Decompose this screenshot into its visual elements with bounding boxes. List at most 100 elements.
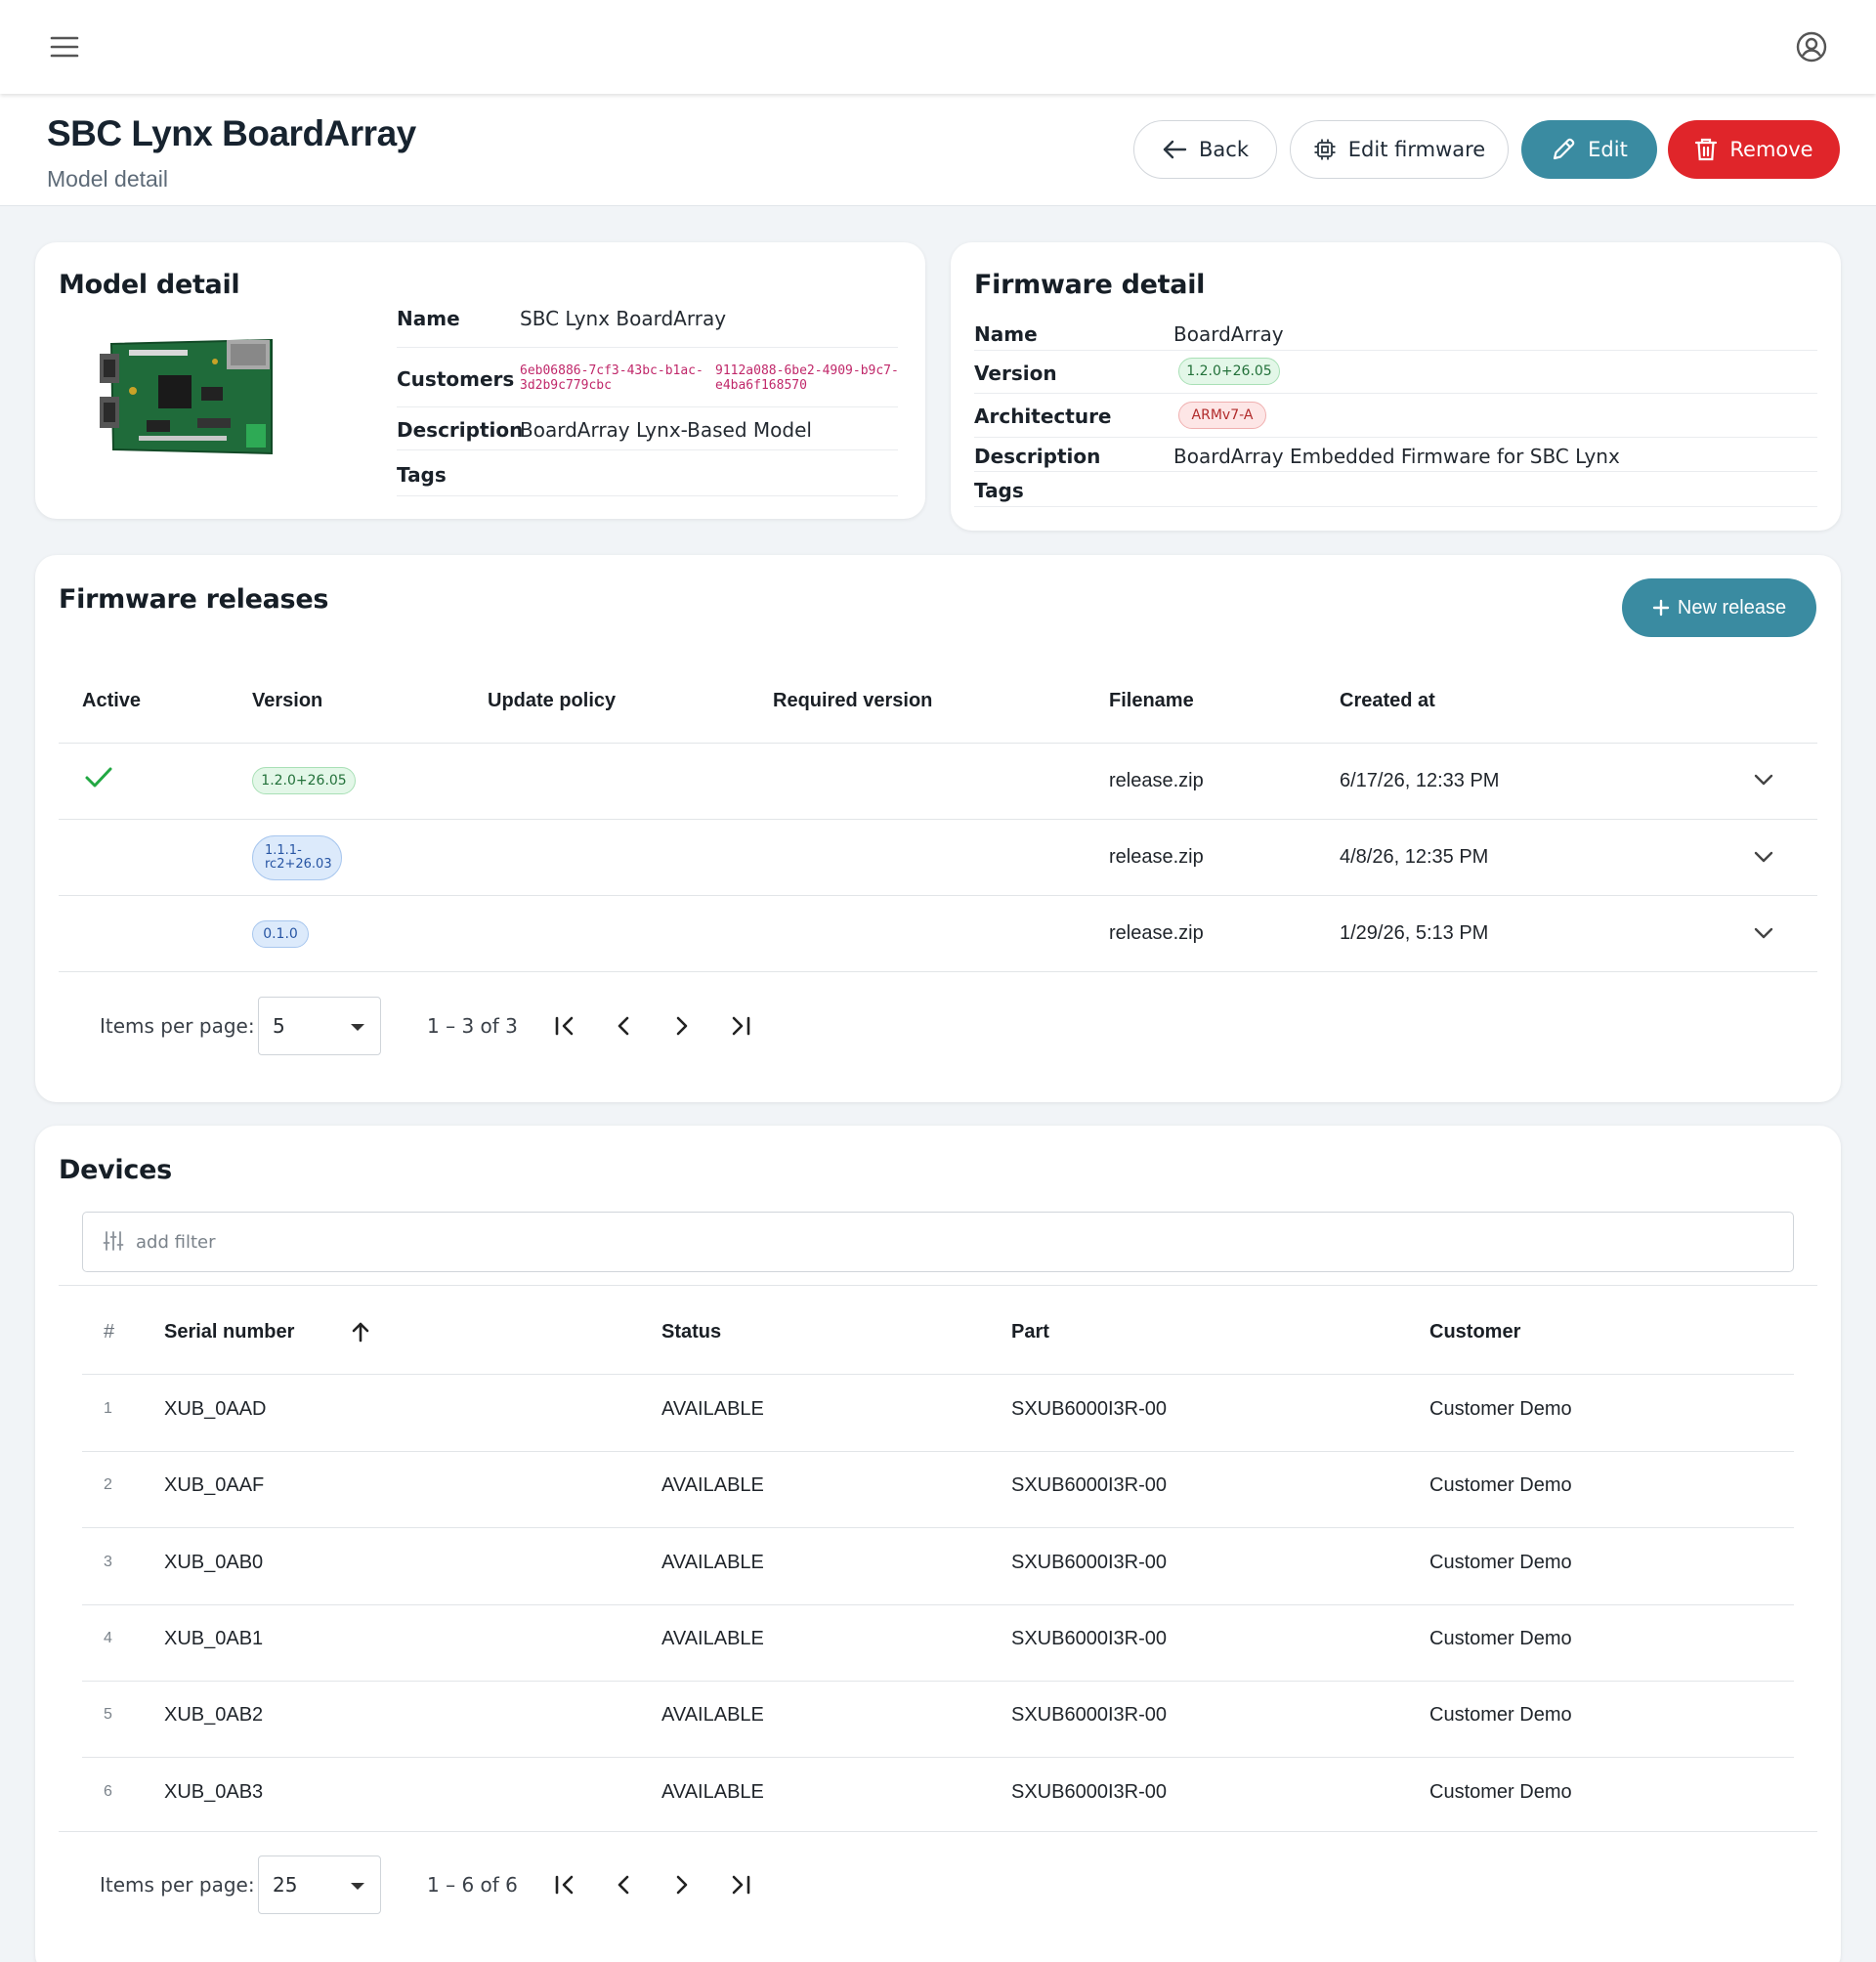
customer-id-link[interactable]: 6eb06886-7cf3-43bc-b1ac- 3d2b9c779cbc xyxy=(520,363,704,393)
row-index: 1 xyxy=(104,1400,112,1417)
chevron-right-icon xyxy=(676,1016,688,1036)
version-chip-line: rc2+26.03 xyxy=(265,857,332,872)
row-index: 3 xyxy=(104,1554,112,1570)
device-serial-number: XUB_0AB0 xyxy=(164,1552,264,1573)
previous-page-button[interactable] xyxy=(604,1006,643,1045)
column-header-required-version[interactable]: Required version xyxy=(773,690,932,712)
page-title: SBC Lynx BoardArray xyxy=(47,113,416,153)
column-header-customer[interactable]: Customer xyxy=(1429,1321,1520,1344)
pencil-icon xyxy=(1554,138,1575,160)
release-filename: release.zip xyxy=(1109,846,1204,868)
filter-input[interactable]: add filter xyxy=(82,1212,1794,1272)
device-part: SXUB6000I3R-00 xyxy=(1011,1781,1167,1803)
new-release-button[interactable]: New release xyxy=(1622,578,1816,637)
first-page-button[interactable] xyxy=(545,1865,584,1904)
first-page-icon xyxy=(555,1875,574,1895)
row-index: 5 xyxy=(104,1706,112,1723)
chevron-left-icon xyxy=(618,1875,629,1895)
model-name-value: SBC Lynx BoardArray xyxy=(520,307,727,330)
divider xyxy=(974,393,1817,394)
page-subtitle: Model detail xyxy=(47,166,169,192)
divider xyxy=(59,895,1817,896)
items-per-page-label: Items per page: xyxy=(100,1873,255,1897)
firmware-name-label: Name xyxy=(974,322,1038,346)
device-customer: Customer Demo xyxy=(1429,1552,1572,1573)
divider xyxy=(974,437,1817,438)
divider xyxy=(974,471,1817,472)
device-serial-number: XUB_0AB1 xyxy=(164,1628,264,1649)
divider xyxy=(397,495,898,496)
page-size-value: 5 xyxy=(273,1014,285,1038)
column-header-version[interactable]: Version xyxy=(252,690,322,712)
model-description-label: Description xyxy=(397,418,524,442)
dropdown-arrow-icon xyxy=(351,1024,364,1031)
dropdown-arrow-icon xyxy=(351,1883,364,1890)
chevron-down-icon[interactable] xyxy=(1753,850,1774,864)
firmware-architecture-label: Architecture xyxy=(974,405,1112,428)
edit-firmware-button[interactable]: Edit firmware xyxy=(1290,120,1509,179)
filter-placeholder: add filter xyxy=(136,1232,216,1253)
device-status: AVAILABLE xyxy=(661,1474,764,1496)
previous-page-button[interactable] xyxy=(604,1865,643,1904)
row-index: 2 xyxy=(104,1476,112,1493)
arrow-up-icon[interactable] xyxy=(350,1321,371,1343)
column-header-update-policy[interactable]: Update policy xyxy=(488,690,616,712)
firmware-name-value: BoardArray xyxy=(1173,322,1284,346)
device-customer: Customer Demo xyxy=(1429,1474,1572,1496)
divider xyxy=(59,1285,1817,1286)
device-customer: Customer Demo xyxy=(1429,1398,1572,1420)
column-header-serial-number[interactable]: Serial number xyxy=(164,1321,294,1344)
device-serial-number: XUB_0AB2 xyxy=(164,1704,264,1726)
column-header-status[interactable]: Status xyxy=(661,1321,721,1344)
customer-id-part: 6eb06886-7cf3-43bc-b1ac- xyxy=(520,363,704,378)
account-circle-icon[interactable] xyxy=(1792,27,1831,66)
edit-firmware-label: Edit firmware xyxy=(1347,138,1486,161)
version-chip: 1.1.1- rc2+26.03 xyxy=(252,835,342,880)
chevron-down-icon[interactable] xyxy=(1753,926,1774,940)
last-page-button[interactable] xyxy=(721,1006,760,1045)
column-header-part[interactable]: Part xyxy=(1011,1321,1049,1344)
firmware-description-label: Description xyxy=(974,445,1101,468)
divider xyxy=(397,406,898,407)
column-header-index: # xyxy=(104,1321,115,1343)
release-created-at: 6/17/26, 12:33 PM xyxy=(1340,770,1500,791)
divider xyxy=(59,1831,1817,1832)
column-header-filename[interactable]: Filename xyxy=(1109,690,1194,712)
first-page-button[interactable] xyxy=(545,1006,584,1045)
device-part: SXUB6000I3R-00 xyxy=(1011,1398,1167,1420)
edit-button[interactable]: Edit xyxy=(1521,120,1657,179)
next-page-button[interactable] xyxy=(662,1006,702,1045)
sliders-icon xyxy=(103,1231,124,1251)
column-header-created-at[interactable]: Created at xyxy=(1340,690,1435,712)
remove-button[interactable]: Remove xyxy=(1668,120,1840,179)
chevron-left-icon xyxy=(618,1016,629,1036)
firmware-detail-card: Firmware detail Name BoardArray Version … xyxy=(951,242,1841,531)
last-page-button[interactable] xyxy=(721,1865,760,1904)
divider xyxy=(397,449,898,450)
page-size-select[interactable]: 5 xyxy=(258,997,381,1055)
chevron-down-icon[interactable] xyxy=(1753,773,1774,787)
model-detail-card: Model detail Name SBC Lynx BoardArray Cu… xyxy=(35,242,925,519)
release-created-at: 1/29/26, 5:13 PM xyxy=(1340,922,1489,944)
device-customer: Customer Demo xyxy=(1429,1781,1572,1803)
release-created-at: 4/8/26, 12:35 PM xyxy=(1340,846,1489,868)
row-index: 4 xyxy=(104,1630,112,1646)
menu-icon[interactable] xyxy=(45,27,84,66)
next-page-button[interactable] xyxy=(662,1865,702,1904)
column-header-active[interactable]: Active xyxy=(82,690,141,712)
release-filename: release.zip xyxy=(1109,770,1204,791)
divider xyxy=(974,350,1817,351)
device-status: AVAILABLE xyxy=(661,1552,764,1573)
customer-id-part: 9112a088-6be2-4909-b9c7- xyxy=(715,363,899,378)
back-button[interactable]: Back xyxy=(1133,120,1277,179)
top-toolbar xyxy=(0,0,1876,94)
page-size-select[interactable]: 25 xyxy=(258,1855,381,1914)
plus-icon xyxy=(1652,599,1670,617)
firmware-detail-title: Firmware detail xyxy=(974,270,1206,300)
page-range: 1 – 6 of 6 xyxy=(427,1873,518,1897)
chip-icon xyxy=(1314,139,1336,160)
customer-id-link[interactable]: 9112a088-6be2-4909-b9c7- e4ba6f168570 xyxy=(715,363,899,393)
divider xyxy=(397,347,898,348)
firmware-description-value: BoardArray Embedded Firmware for SBC Lyn… xyxy=(1173,445,1620,468)
architecture-chip: ARMv7-A xyxy=(1178,402,1266,429)
